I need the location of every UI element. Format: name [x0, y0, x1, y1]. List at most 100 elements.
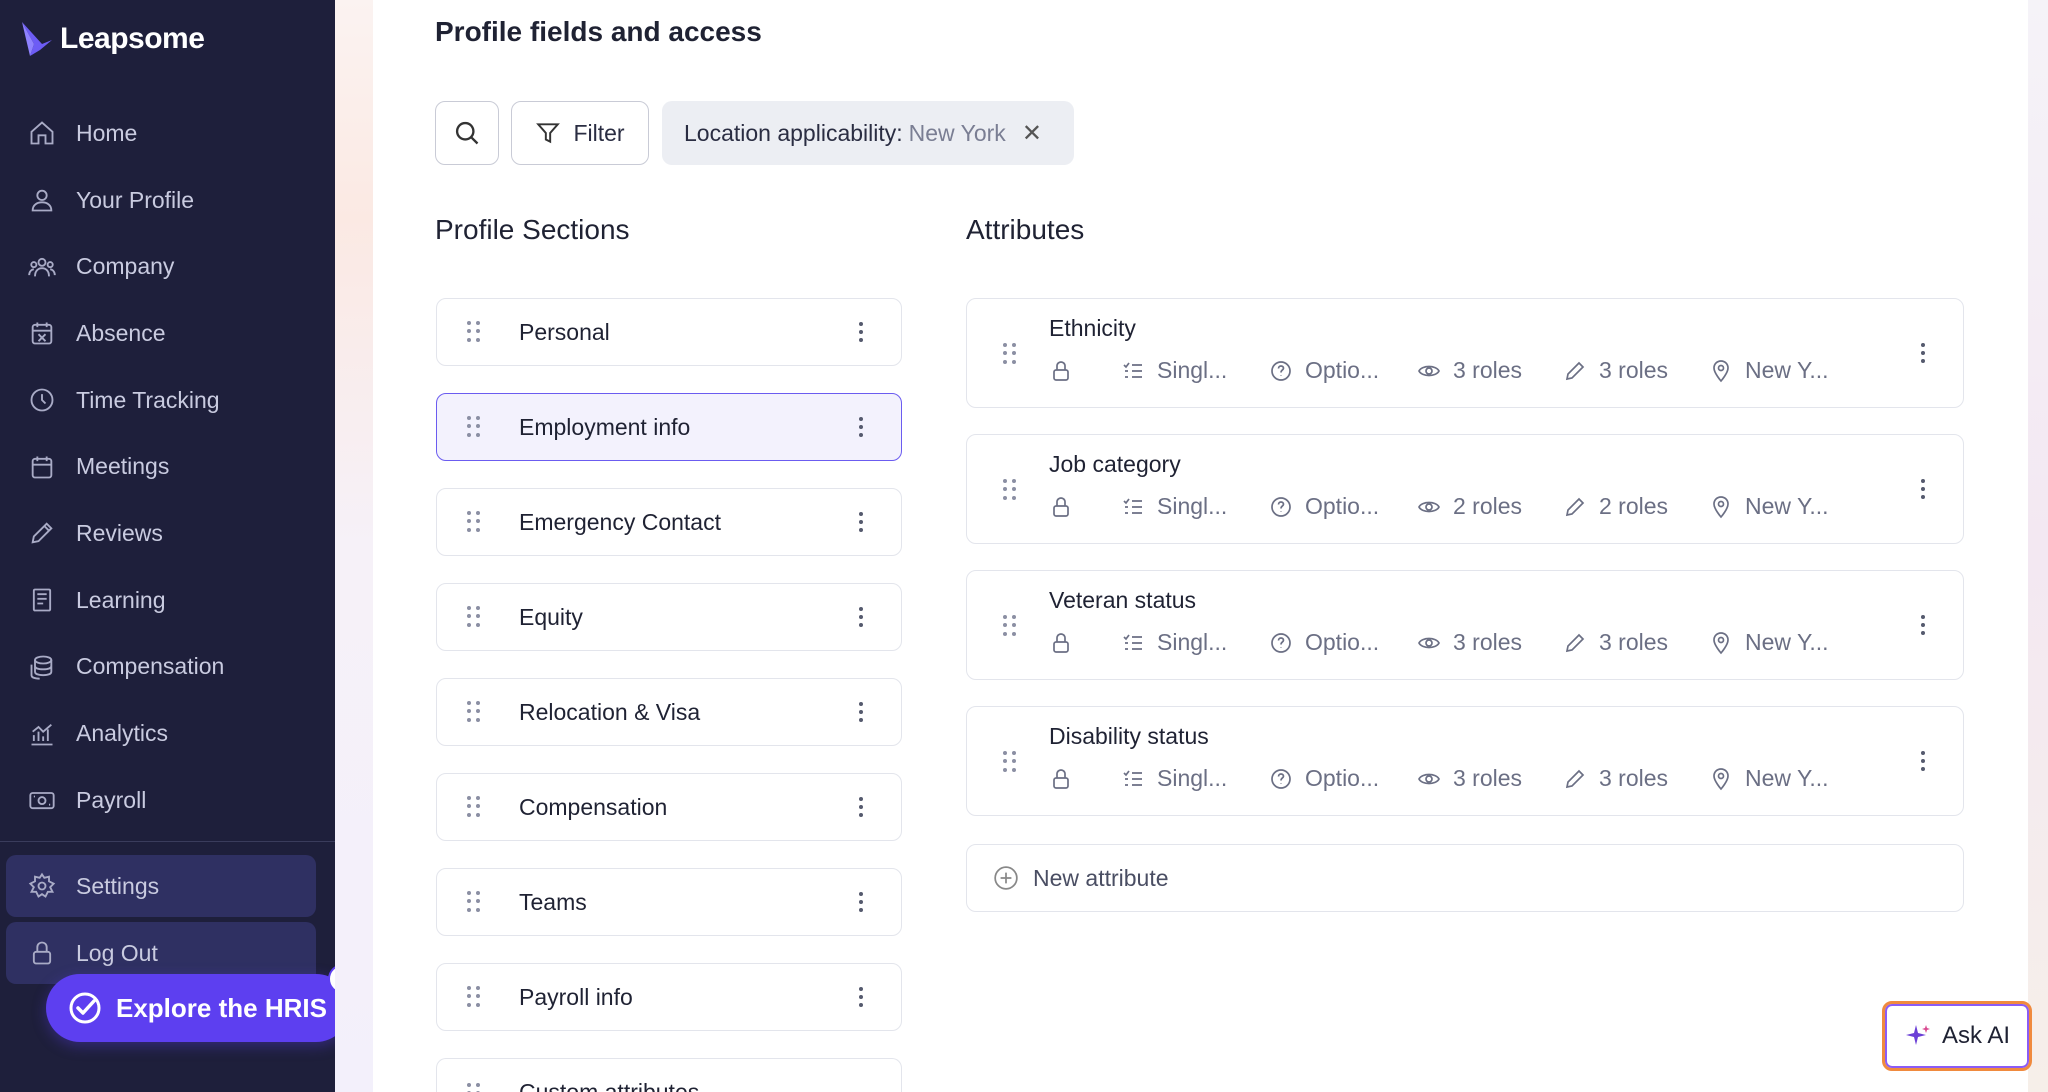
calendar-icon	[31, 456, 53, 479]
list-item[interactable]: Payroll info	[436, 963, 902, 1031]
chip-value: New York	[908, 119, 1006, 146]
sidebar-item-your-profile[interactable]: Your Profile	[0, 167, 335, 234]
sidebar-item-compensation[interactable]: Compensation	[0, 634, 335, 701]
drag-handle-icon[interactable]	[1003, 343, 1055, 365]
attribute-card[interactable]: Disability status Singl... Optio... 3 ro…	[966, 706, 1964, 816]
eye-icon	[1418, 637, 1440, 648]
section-label: Payroll info	[519, 983, 633, 1010]
app-name: Leapsome	[60, 22, 205, 55]
drag-handle-icon[interactable]	[467, 416, 481, 438]
attribute-required: Optio...	[1269, 493, 1417, 520]
more-options-icon[interactable]	[859, 987, 863, 1007]
drag-handle-icon[interactable]	[467, 986, 481, 1008]
sidebar-item-label: Learning	[76, 586, 166, 613]
drag-handle-icon[interactable]	[467, 511, 481, 533]
more-options-icon[interactable]	[859, 797, 863, 817]
more-options-icon[interactable]	[1921, 751, 1925, 771]
attribute-view-access: 3 roles	[1417, 765, 1563, 792]
coins-icon	[30, 655, 53, 680]
new-attribute-button[interactable]: New attribute	[966, 844, 1964, 912]
more-options-icon[interactable]	[859, 607, 863, 627]
more-options-icon[interactable]	[1921, 343, 1925, 363]
attribute-edit-access: 3 roles	[1563, 357, 1709, 384]
more-options-icon[interactable]	[859, 417, 863, 437]
attribute-required: Optio...	[1269, 357, 1417, 384]
drag-handle-icon[interactable]	[467, 701, 481, 723]
location-filter-chip[interactable]: Location applicability: New York ✕	[662, 101, 1074, 165]
location-pin-icon	[1713, 495, 1729, 518]
sidebar-divider	[0, 841, 335, 842]
attribute-card[interactable]: Ethnicity Singl... Optio... 3 roles 3 ro…	[966, 298, 1964, 408]
chart-icon	[31, 723, 53, 745]
close-icon[interactable]: ✕	[1022, 119, 1042, 148]
list-item[interactable]: Equity	[436, 583, 902, 651]
sidebar-item-settings[interactable]: Settings	[6, 855, 316, 917]
drag-handle-icon[interactable]	[1003, 751, 1055, 773]
attribute-card[interactable]: Job category Singl... Optio... 2 roles 2…	[966, 434, 1964, 544]
more-options-icon[interactable]	[859, 702, 863, 722]
sidebar-item-home[interactable]: Home	[0, 100, 335, 167]
attribute-location: New Y...	[1709, 765, 1829, 792]
drag-handle-icon[interactable]	[467, 606, 481, 628]
list-item[interactable]: Compensation	[436, 773, 902, 841]
list-item[interactable]: Personal	[436, 298, 902, 366]
sidebar-item-meetings[interactable]: Meetings	[0, 433, 335, 500]
sidebar-item-analytics[interactable]: Analytics	[0, 700, 335, 767]
list-item[interactable]: Teams	[436, 868, 902, 936]
ask-ai-button[interactable]: Ask AI	[1882, 1001, 2032, 1071]
leapsome-bird-icon	[22, 22, 52, 56]
more-options-icon[interactable]	[859, 322, 863, 342]
location-pin-icon	[1713, 631, 1729, 654]
profile-sections-heading: Profile Sections	[435, 214, 630, 245]
drag-handle-icon[interactable]	[467, 1083, 481, 1092]
attribute-location: New Y...	[1709, 357, 1829, 384]
sidebar-item-absence[interactable]: Absence	[0, 300, 335, 367]
attribute-view-access: 3 roles	[1417, 629, 1563, 656]
attribute-location: New Y...	[1709, 629, 1829, 656]
sidebar-item-label: Home	[76, 119, 138, 146]
sidebar-item-label: Settings	[76, 872, 160, 899]
page-title: Profile fields and access	[435, 16, 762, 47]
attribute-required: Optio...	[1269, 629, 1417, 656]
gear-icon	[28, 872, 56, 898]
drag-handle-icon[interactable]	[467, 891, 481, 913]
search-button[interactable]	[435, 101, 499, 165]
sidebar-item-reviews[interactable]: Reviews	[0, 500, 335, 567]
more-options-icon[interactable]	[1921, 615, 1925, 635]
attribute-name: Job category	[1049, 451, 1181, 477]
section-label: Relocation & Visa	[519, 698, 701, 725]
list-item[interactable]: Emergency Contact	[436, 488, 902, 556]
sidebar-item-learning[interactable]: Learning	[0, 567, 335, 634]
chip-key: Location applicability:	[684, 119, 903, 146]
list-item[interactable]: Relocation & Visa	[436, 678, 902, 746]
filter-button[interactable]: Filter	[511, 101, 649, 165]
attribute-type: Singl...	[1121, 629, 1269, 656]
drag-handle-icon[interactable]	[1003, 615, 1055, 637]
list-item[interactable]: Employment info	[436, 393, 902, 461]
drag-handle-icon[interactable]	[467, 796, 481, 818]
book-icon	[32, 588, 52, 612]
leapsome-logo[interactable]: Leapsome	[20, 20, 205, 58]
more-options-icon[interactable]	[859, 892, 863, 912]
drag-handle-icon[interactable]	[467, 321, 481, 343]
sidebar-item-label: Your Profile	[76, 186, 195, 213]
list-check-icon	[1123, 361, 1142, 378]
attributes-heading: Attributes	[966, 214, 1085, 245]
filter-label: Filter	[573, 119, 625, 146]
lock-icon	[1049, 631, 1121, 655]
drag-handle-icon[interactable]	[1003, 479, 1055, 501]
clock-icon	[30, 388, 54, 412]
location-pin-icon	[1713, 359, 1729, 382]
attribute-card[interactable]: Veteran status Singl... Optio... 3 roles…	[966, 570, 1964, 680]
section-label: Personal	[519, 318, 610, 345]
sidebar-item-company[interactable]: Company	[0, 233, 335, 300]
sidebar-item-payroll[interactable]: Payroll	[0, 767, 335, 834]
help-circle-icon	[1271, 768, 1291, 789]
pencil-icon	[1565, 633, 1585, 652]
more-options-icon[interactable]	[1921, 479, 1925, 499]
sidebar-item-label: Analytics	[76, 720, 169, 747]
sidebar-item-time-tracking[interactable]: Time Tracking	[0, 367, 335, 434]
list-item[interactable]: Custom attributes	[436, 1058, 902, 1092]
explore-hris-button[interactable]: Explore the HRIS	[46, 974, 350, 1042]
more-options-icon[interactable]	[859, 512, 863, 532]
